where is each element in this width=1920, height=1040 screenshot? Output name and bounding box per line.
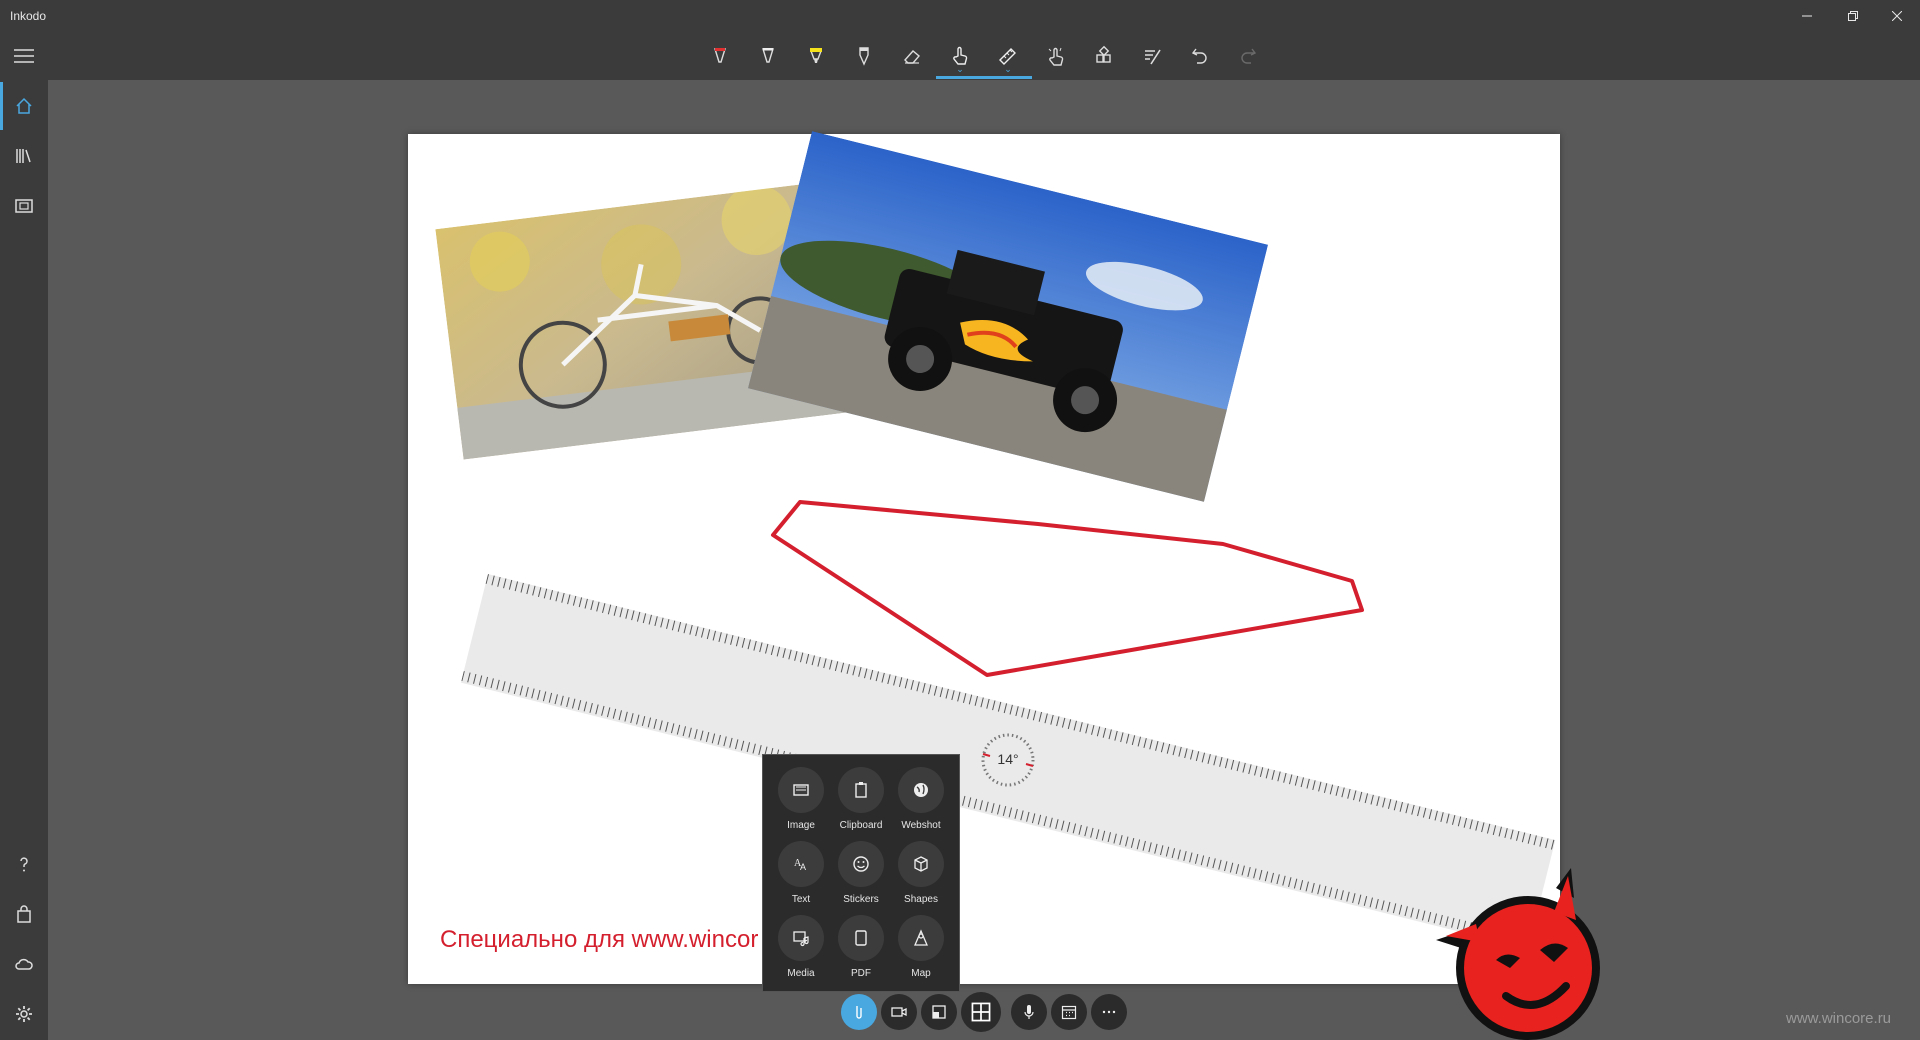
ink-drawing[interactable] xyxy=(408,134,1560,984)
more-icon xyxy=(1102,1010,1116,1014)
touch-select-icon xyxy=(1048,47,1064,66)
redo-button[interactable] xyxy=(1228,38,1268,74)
insert-clipboard-label: Clipboard xyxy=(839,820,883,831)
hamburger-icon xyxy=(14,49,34,63)
ink-to-text-icon xyxy=(1145,49,1161,65)
text-icon: AA xyxy=(794,858,806,872)
insert-text-label: Text xyxy=(791,894,811,905)
pdf-icon xyxy=(855,930,867,946)
microphone-icon xyxy=(1024,1005,1034,1019)
calendar-button[interactable] xyxy=(1051,994,1087,1030)
ruler-angle-label: 14° xyxy=(997,751,1019,767)
insert-media-label: Media xyxy=(787,968,815,979)
smiley-icon xyxy=(853,856,869,872)
navigation-sidebar xyxy=(0,80,48,1040)
title-bar: Inkodo xyxy=(0,0,1920,32)
map-icon xyxy=(914,929,928,946)
insert-shapes-label: Shapes xyxy=(904,894,938,905)
red-pen-icon xyxy=(714,48,726,63)
fountain-pen-icon xyxy=(859,47,869,66)
close-button[interactable] xyxy=(1874,0,1920,32)
insert-clipboard-button[interactable]: Clipboard xyxy=(831,767,891,831)
sidebar-item-library[interactable] xyxy=(0,132,48,180)
store-bag-icon xyxy=(17,905,31,923)
insert-stickers-label: Stickers xyxy=(843,894,879,905)
sidebar-item-help[interactable] xyxy=(0,840,48,888)
app-title: Inkodo xyxy=(10,9,47,23)
insert-shapes-button[interactable]: Shapes xyxy=(891,841,951,905)
eraser-icon xyxy=(904,50,920,64)
cloud-icon xyxy=(15,958,33,970)
restore-icon xyxy=(1848,11,1858,21)
hamburger-menu-button[interactable] xyxy=(6,38,42,74)
attach-button[interactable] xyxy=(841,994,877,1030)
page-watermark-text: Специально для www.wincor xyxy=(440,926,759,953)
fountain-pen-tool[interactable] xyxy=(844,38,884,74)
insert-text-button[interactable]: AA Text xyxy=(771,841,831,905)
slideshow-icon xyxy=(15,199,33,213)
pencil-tool[interactable] xyxy=(748,38,788,74)
insert-stickers-button[interactable]: Stickers xyxy=(831,841,891,905)
home-icon xyxy=(16,97,32,114)
insert-map-label: Map xyxy=(911,968,931,979)
ink-to-text-tool[interactable] xyxy=(1132,38,1172,74)
red-pen-tool[interactable] xyxy=(700,38,740,74)
grid-button[interactable] xyxy=(961,992,1001,1032)
devil-mascot-logo xyxy=(1436,868,1600,1040)
insert-image-button[interactable]: Image xyxy=(771,767,831,831)
library-icon xyxy=(16,149,31,163)
add-object-tool[interactable] xyxy=(1084,38,1124,74)
help-icon xyxy=(20,857,28,872)
grid-icon xyxy=(971,1002,991,1022)
settings-icon xyxy=(16,1006,32,1022)
sidebar-item-cloud[interactable] xyxy=(0,940,48,988)
add-object-icon xyxy=(1096,45,1111,63)
eraser-tool[interactable] xyxy=(892,38,932,74)
ruler-angle-dial[interactable]: 14° xyxy=(980,732,1036,788)
insert-map-button[interactable]: Map xyxy=(891,915,951,979)
sidebar-item-home[interactable] xyxy=(0,82,48,130)
video-camera-icon xyxy=(891,1007,907,1017)
calendar-icon xyxy=(1061,1005,1077,1020)
active-tool-indicator xyxy=(936,76,1032,79)
highlighter-tool[interactable] xyxy=(796,38,836,74)
minimize-icon xyxy=(1802,15,1812,17)
microphone-button[interactable] xyxy=(1011,994,1047,1030)
close-icon xyxy=(1892,11,1902,21)
image-icon xyxy=(793,784,809,796)
site-watermark: www.wincore.ru xyxy=(1786,1010,1892,1027)
undo-icon xyxy=(1191,48,1207,64)
redo-icon xyxy=(1241,48,1257,64)
insert-pdf-label: PDF xyxy=(851,968,871,979)
undo-button[interactable] xyxy=(1180,38,1220,74)
insert-webshot-button[interactable]: Webshot xyxy=(891,767,951,831)
highlighter-icon xyxy=(809,48,823,63)
insert-webshot-label: Webshot xyxy=(901,820,941,831)
cube-icon xyxy=(914,856,928,872)
attach-icon xyxy=(856,1006,862,1019)
clipboard-icon xyxy=(855,782,867,798)
insert-pdf-button[interactable]: PDF xyxy=(831,915,891,979)
sidebar-item-store[interactable] xyxy=(0,890,48,938)
insert-image-label: Image xyxy=(787,820,815,831)
minimize-button[interactable] xyxy=(1784,0,1830,32)
svg-text:A: A xyxy=(800,862,806,872)
chevron-down-icon: ⌄ xyxy=(1004,64,1012,74)
insert-menu: Image Clipboard Webshot AA Text Stickers… xyxy=(762,754,960,992)
layout-icon xyxy=(932,1005,946,1019)
layout-button[interactable] xyxy=(921,994,957,1030)
chevron-down-icon: ⌄ xyxy=(956,64,964,74)
more-button[interactable] xyxy=(1091,994,1127,1030)
canvas-page[interactable]: 14° xyxy=(408,131,1560,984)
restore-button[interactable] xyxy=(1830,0,1876,32)
insert-media-button[interactable]: Media xyxy=(771,915,831,979)
video-button[interactable] xyxy=(881,994,917,1030)
pencil-icon xyxy=(762,48,774,63)
media-icon xyxy=(793,931,809,947)
sidebar-item-slideshow[interactable] xyxy=(0,182,48,230)
globe-icon xyxy=(914,783,928,797)
touch-select-tool[interactable] xyxy=(1036,38,1076,74)
sidebar-item-settings[interactable] xyxy=(0,990,48,1038)
ink-toolbar: ⌄ ⌄ xyxy=(0,32,1920,80)
